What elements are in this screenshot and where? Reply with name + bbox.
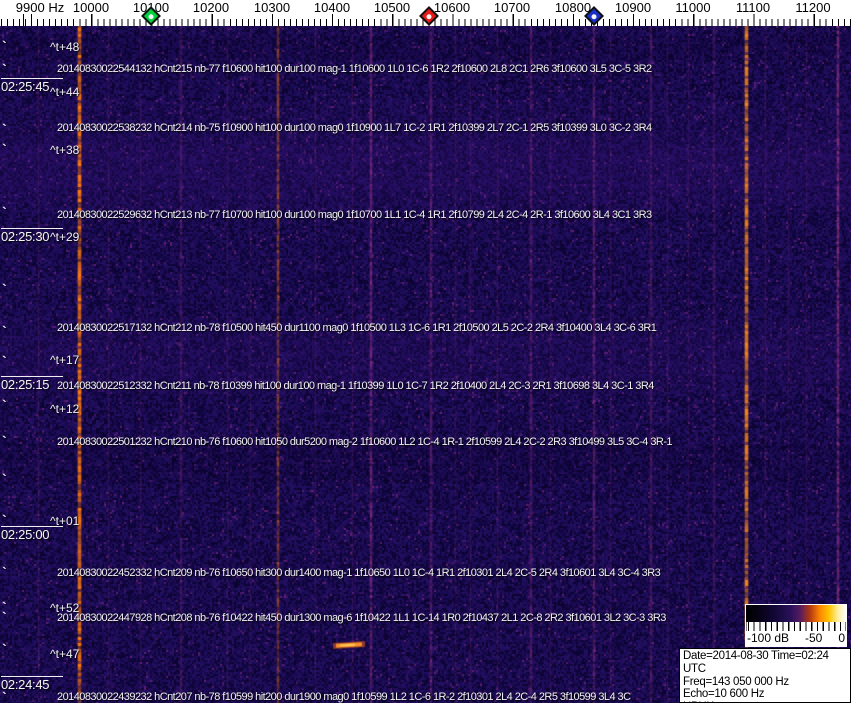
freq-tick-label: 11100: [735, 0, 771, 15]
freq-tick-label: 9900 Hz: [15, 0, 65, 15]
frequency-ruler: 9900 Hz100001010010200103001040010500106…: [0, 0, 851, 26]
meteor-data-line: 20140830022512332 hCnt211 nb-78 f10399 h…: [57, 380, 654, 392]
freq-tick-label: 10200: [192, 0, 230, 15]
time-minor-tick: `: [2, 38, 7, 54]
event-marker-label: ^t+44: [50, 85, 80, 99]
time-minor-tick: `: [2, 641, 7, 657]
event-marker-label: ^t+38: [50, 143, 80, 157]
time-minor-tick: `: [2, 564, 7, 580]
freq-tick-label: 11200: [795, 0, 831, 15]
meteor-data-line: 20140830022517132 hCnt212 nb-78 f10500 h…: [57, 322, 657, 334]
meteor-data-line: 20140830022529632 hCnt213 nb-77 f10700 h…: [57, 209, 652, 221]
legend-mid-label: -50: [805, 631, 823, 645]
color-scale-ticks: [746, 622, 846, 631]
freq-tick-label: 10600: [433, 0, 471, 15]
time-minor-tick: `: [2, 397, 7, 413]
event-marker-label: ^t+12: [50, 402, 80, 416]
time-minor-tick: `: [2, 61, 7, 77]
event-marker-label: ^t+17: [50, 353, 80, 367]
freq-tick-label: 10900: [614, 0, 652, 15]
color-scale-labels: -100 dB -50 0: [745, 631, 847, 647]
time-label: 02:25:00: [1, 526, 63, 541]
time-minor-tick: `: [2, 689, 7, 703]
legend-min-label: -100 dB: [747, 631, 790, 645]
info-box: Date=2014-08-30 Time=02:24 UTC Freq=143 …: [679, 648, 851, 703]
time-minor-tick: `: [2, 323, 7, 339]
event-marker-label: ^t+29: [50, 230, 80, 244]
time-label: 02:25:15: [1, 376, 63, 391]
freq-tick-label: 10500: [373, 0, 411, 15]
time-minor-tick: `: [2, 609, 7, 625]
freq-tick-label: 10000: [72, 0, 110, 15]
info-date-line: Date=2014-08-30 Time=02:24 UTC: [683, 650, 829, 675]
annotation-overlay: 02:25:45 02:25:30 02:25:15 02:25:00 02:24:45…: [0, 0, 851, 703]
info-echo-line: Echo=10 600 Hz: [683, 688, 765, 701]
meteor-data-line: 20140830022544132 hCnt215 nb-77 f10600 h…: [57, 63, 652, 75]
time-minor-tick: `: [2, 281, 7, 297]
time-minor-tick: `: [2, 121, 7, 137]
time-minor-tick: `: [2, 433, 7, 449]
freq-tick-label: 10300: [253, 0, 291, 15]
freq-tick-label: 11000: [675, 0, 711, 15]
time-minor-tick: `: [2, 204, 7, 220]
meteor-data-line: 20140830022452332 hCnt209 nb-76 f10650 h…: [57, 567, 661, 579]
freq-tick-label: 10400: [313, 0, 351, 15]
time-label: 02:24:45: [1, 676, 63, 691]
meteor-data-line: 20140830022501232 hCnt210 nb-76 f10600 h…: [57, 436, 673, 448]
time-minor-tick: `: [2, 141, 7, 157]
meteor-data-line: 20140830022439232 hCnt207 nb-78 f10599 h…: [57, 691, 631, 703]
event-marker-label: ^t+01: [50, 514, 80, 528]
color-scale-legend: -100 dB -50 0: [745, 604, 847, 647]
info-freq-line: Freq=143 050 000 Hz: [683, 675, 789, 688]
spectrum-waterfall-window: 02:25:45 02:25:30 02:25:15 02:25:00 02:24:45…: [0, 0, 851, 703]
meteor-data-line: 20140830022538232 hCnt214 nb-75 f10900 h…: [57, 122, 652, 134]
event-marker-label: ^t+48: [50, 40, 80, 54]
time-minor-tick: `: [2, 512, 7, 528]
freq-tick-label: 10700: [493, 0, 531, 15]
meteor-data-line: 20140830022447928 hCnt208 nb-76 f10422 h…: [57, 612, 666, 624]
color-scale-gradient: [746, 605, 846, 622]
event-marker-label: ^t+47: [50, 647, 80, 661]
time-minor-tick: `: [2, 353, 7, 369]
time-minor-tick: `: [2, 471, 7, 487]
legend-max-label: 0: [838, 631, 845, 645]
